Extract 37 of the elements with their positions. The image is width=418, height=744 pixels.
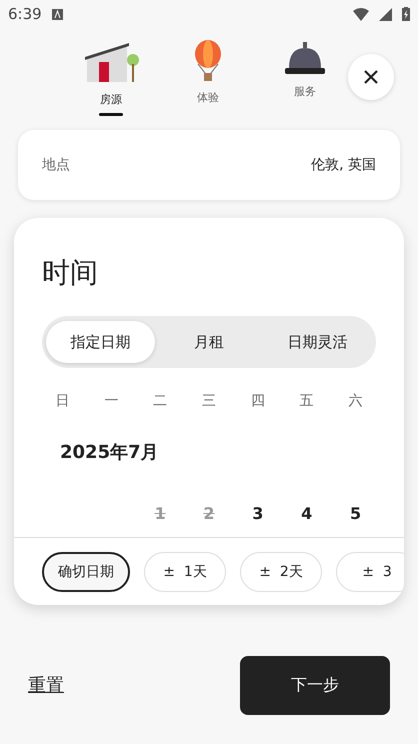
date-flex-chip[interactable]: 确切日期 <box>42 552 130 592</box>
category-tab[interactable]: 体验 <box>172 40 244 116</box>
status-time: 6:39 <box>8 5 42 23</box>
wifi-icon <box>353 8 369 20</box>
location-value: 伦敦, 英国 <box>311 156 376 174</box>
card-title: 时间 <box>42 255 99 291</box>
weekday-label: 二 <box>152 392 168 410</box>
close-icon <box>363 69 379 85</box>
weekday-label: 五 <box>298 392 315 410</box>
bell-icon <box>283 40 327 76</box>
date-flex-chip[interactable]: ± 2天 <box>240 552 322 592</box>
date-mode-tab[interactable]: 月租 <box>154 321 264 363</box>
date-mode-tab[interactable]: 日期灵活 <box>263 321 372 363</box>
signal-icon <box>379 8 392 20</box>
weekday-label: 四 <box>250 392 266 410</box>
calendar-day[interactable]: 3 <box>233 504 282 523</box>
month-title: 2025年7月 <box>60 441 160 464</box>
weekday-label: 三 <box>200 392 217 410</box>
house-icon <box>83 40 139 84</box>
close-button[interactable] <box>348 54 394 100</box>
notification-icon <box>52 8 63 20</box>
weekday-label: 一 <box>103 392 120 410</box>
calendar-day[interactable]: 4 <box>282 504 332 523</box>
date-flex-chip[interactable]: ± 3 <box>336 552 404 592</box>
category-tab[interactable]: 房源 <box>75 40 147 116</box>
reset-link[interactable]: 重置 <box>28 673 64 697</box>
category-tab[interactable]: 服务 <box>269 40 341 116</box>
weekday-label: 日 <box>54 392 70 410</box>
balloon-icon <box>193 40 223 82</box>
calendar-day[interactable]: 5 <box>331 504 380 523</box>
date-mode-tab[interactable]: 指定日期 <box>46 321 155 363</box>
weekday-label: 六 <box>348 392 364 410</box>
battery-icon <box>402 7 410 21</box>
date-flex-chip[interactable]: ± 1天 <box>144 552 226 592</box>
next-button[interactable]: 下一步 <box>240 656 390 714</box>
location-label: 地点 <box>42 156 70 174</box>
location-card[interactable]: 地点 伦敦, 英国 <box>18 130 400 200</box>
